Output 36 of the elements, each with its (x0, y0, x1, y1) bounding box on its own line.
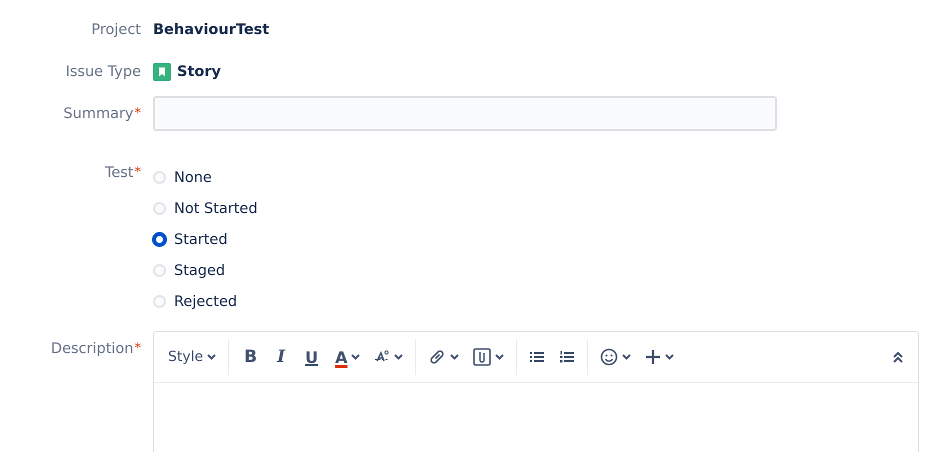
project-name: BehaviourTest (153, 21, 270, 40)
chevron-icon (394, 354, 404, 360)
bullet-list-icon (529, 350, 546, 364)
plus-icon (645, 349, 662, 365)
bold-button[interactable]: B (235, 342, 266, 372)
radio-label[interactable]: None (174, 170, 212, 186)
text-color-button[interactable]: A (329, 342, 366, 372)
chevron-icon (495, 354, 504, 360)
style-dropdown[interactable]: Style (162, 342, 222, 372)
chevron-icon (450, 354, 460, 360)
underline-button[interactable]: U (296, 342, 328, 372)
field-label: Project (91, 22, 141, 38)
field-label: Summary (63, 106, 134, 122)
radio-button[interactable] (152, 232, 167, 247)
chevron-icon (622, 354, 632, 360)
required-mark: * (134, 341, 141, 356)
radio-label[interactable]: Started (174, 232, 228, 248)
field-label: Description (50, 341, 134, 357)
required-mark: * (134, 165, 141, 180)
chevron-icon (207, 354, 216, 360)
numbered-list-icon (559, 350, 576, 364)
bookmark-icon (153, 63, 171, 81)
issue-type-name: Story (177, 63, 221, 82)
double-chevron-icon (892, 351, 904, 363)
chevron-icon (351, 354, 360, 360)
required-mark: * (134, 106, 141, 121)
field-label: Issue Type (66, 64, 141, 80)
field-label: Test (104, 165, 134, 181)
smiley-icon (600, 348, 618, 366)
radio-label[interactable]: Rejected (174, 294, 238, 310)
italic-button[interactable]: I (268, 342, 294, 372)
radio-label[interactable]: Staged (174, 262, 226, 278)
radio-label[interactable]: Not Started (174, 200, 258, 216)
chevron-icon (665, 354, 674, 360)
summary-field[interactable] (153, 96, 777, 131)
link-icon (428, 348, 446, 366)
